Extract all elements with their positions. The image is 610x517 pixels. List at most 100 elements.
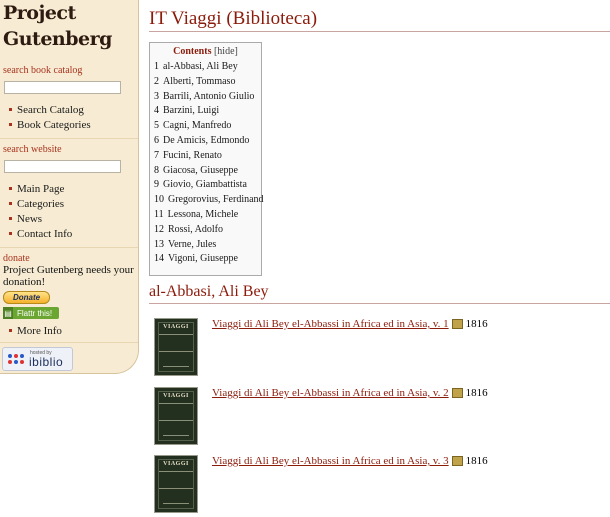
toc-item[interactable]: 12 Rossi, Adolfo	[154, 224, 261, 239]
toc-item[interactable]: 13 Verne, Jules	[154, 239, 261, 254]
search-catalog-heading: search book catalog	[3, 65, 83, 76]
categories-label[interactable]: Categories	[17, 198, 64, 210]
toc-item-label[interactable]: De Amicis, Edmondo	[163, 135, 249, 146]
toc-item-number: 7	[154, 149, 159, 161]
toc-item-number: 3	[154, 90, 159, 102]
toc-item-number: 6	[154, 134, 159, 146]
catalog-links: Search Catalog Book Categories	[9, 102, 91, 132]
book-icon	[451, 319, 463, 329]
toc-item-label[interactable]: Lessona, Michele	[168, 209, 239, 220]
logo-line-1: Project	[3, 2, 76, 24]
contact-info-label[interactable]: Contact Info	[17, 228, 72, 240]
toc-item-label[interactable]: Giovio, Giambattista	[163, 179, 247, 190]
toc-item-label[interactable]: Verne, Jules	[168, 239, 216, 250]
book-year: 1816	[465, 455, 488, 467]
bullet-icon	[9, 232, 12, 235]
toc-item[interactable]: 6 De Amicis, Edmondo	[154, 135, 261, 150]
donate-message: Project Gutenberg needs your donation!	[3, 264, 134, 288]
main-page-label[interactable]: Main Page	[17, 183, 64, 195]
cover-title: VIAGGI	[163, 461, 189, 467]
book-year: 1816	[465, 318, 488, 330]
book-title-link[interactable]: Viaggi di Ali Bey el-Abbassi in Africa e…	[212, 318, 449, 330]
book-title-link[interactable]: Viaggi di Ali Bey el-Abbassi in Africa e…	[212, 387, 449, 399]
toc-item[interactable]: 1 al-Abbasi, Ali Bey	[154, 61, 261, 76]
cover-ornament	[159, 471, 193, 489]
toc-item[interactable]: 5 Cagni, Manfredo	[154, 120, 261, 135]
bullet-icon	[9, 187, 12, 190]
sidebar: Project Gutenberg search book catalog Se…	[0, 0, 139, 374]
bullet-icon	[9, 202, 12, 205]
book-cover[interactable]: VIAGGI	[154, 455, 198, 513]
news-link[interactable]: News	[9, 211, 72, 226]
divider	[0, 247, 138, 248]
book-title-link[interactable]: Viaggi di Ali Bey el-Abbassi in Africa e…	[212, 455, 449, 467]
cover-rule	[163, 435, 189, 436]
toc-title: Contents	[173, 46, 212, 57]
toc-item-label[interactable]: Giacosa, Giuseppe	[163, 165, 238, 176]
toc-item[interactable]: 4 Barzini, Luigi	[154, 105, 261, 120]
book-entry: Viaggi di Ali Bey el-Abbassi in Africa e…	[212, 387, 488, 399]
bullet-icon	[9, 108, 12, 111]
toc-item-label[interactable]: Fucini, Renato	[163, 150, 222, 161]
toc-item-label[interactable]: Alberti, Tommaso	[163, 76, 235, 87]
book-entry: Viaggi di Ali Bey el-Abbassi in Africa e…	[212, 455, 488, 467]
news-label[interactable]: News	[17, 213, 42, 225]
main-page-link[interactable]: Main Page	[9, 181, 72, 196]
title-divider	[149, 31, 610, 32]
toc-item[interactable]: 11 Lessona, Michele	[154, 209, 261, 224]
donate-button[interactable]: Donate	[3, 291, 50, 304]
bullet-icon	[9, 329, 12, 332]
toc-item[interactable]: 7 Fucini, Renato	[154, 150, 261, 165]
bullet-icon	[9, 123, 12, 126]
page-title: IT Viaggi (Biblioteca)	[149, 8, 318, 29]
toc-item-label[interactable]: al-Abbasi, Ali Bey	[163, 61, 238, 72]
toc-item-label[interactable]: Gregorovius, Ferdinand	[168, 194, 264, 205]
project-gutenberg-logo[interactable]: Project Gutenberg	[3, 2, 112, 54]
toc-item-number: 12	[154, 223, 164, 235]
search-catalog-link[interactable]: Search Catalog	[9, 102, 91, 117]
toc-item[interactable]: 8 Giacosa, Giuseppe	[154, 165, 261, 180]
toc-item-label[interactable]: Rossi, Adolfo	[168, 224, 223, 235]
book-categories-label[interactable]: Book Categories	[17, 119, 91, 131]
site-links: Main Page Categories News Contact Info	[9, 181, 72, 241]
toc-item[interactable]: 14 Vigoni, Giuseppe	[154, 253, 261, 268]
toc-item-number: 10	[154, 194, 164, 206]
toc-item[interactable]: 9 Giovio, Giambattista	[154, 179, 261, 194]
cover-title: VIAGGI	[163, 324, 189, 330]
toc-item[interactable]: 3 Barrili, Antonio Giulio	[154, 91, 261, 106]
more-info-link[interactable]: More Info	[9, 323, 62, 338]
toc-item[interactable]: 10 Gregorovius, Ferdinand	[154, 194, 264, 209]
search-catalog-label[interactable]: Search Catalog	[17, 104, 84, 116]
divider	[0, 342, 138, 343]
book-year: 1816	[465, 387, 488, 399]
search-website-heading: search website	[3, 144, 62, 155]
toc-item-number: 4	[154, 105, 159, 117]
ibiblio-badge[interactable]: hosted by ibiblio	[2, 347, 73, 371]
categories-link[interactable]: Categories	[9, 196, 72, 211]
cover-rule	[163, 366, 189, 367]
bullet-icon	[9, 217, 12, 220]
donate-heading: donate	[3, 253, 30, 264]
cover-ornament	[159, 403, 193, 421]
book-cover[interactable]: VIAGGI	[154, 318, 198, 376]
toc-item-number: 13	[154, 238, 164, 250]
toc-item-label[interactable]: Vigoni, Giuseppe	[168, 253, 238, 264]
toc-hide-link[interactable]: [hide]	[214, 46, 238, 57]
toc-header: Contents [hide]	[150, 46, 261, 57]
book-icon	[451, 388, 463, 398]
toc-item-label[interactable]: Cagni, Manfredo	[163, 120, 231, 131]
toc-item-label[interactable]: Barrili, Antonio Giulio	[163, 91, 254, 102]
toc-item-number: 11	[154, 208, 164, 220]
flattr-button[interactable]: ▤ Flattr this!	[3, 307, 59, 319]
toc-item-number: 14	[154, 253, 164, 265]
toc-item-label[interactable]: Barzini, Luigi	[163, 105, 219, 116]
section-heading: al-Abbasi, Ali Bey	[149, 283, 269, 300]
search-catalog-input[interactable]	[4, 81, 121, 94]
more-info-label[interactable]: More Info	[17, 325, 62, 337]
book-categories-link[interactable]: Book Categories	[9, 117, 91, 132]
contact-info-link[interactable]: Contact Info	[9, 226, 72, 241]
search-website-input[interactable]	[4, 160, 121, 173]
toc-item[interactable]: 2 Alberti, Tommaso	[154, 76, 261, 91]
toc-item-number: 9	[154, 179, 159, 191]
book-cover[interactable]: VIAGGI	[154, 387, 198, 445]
